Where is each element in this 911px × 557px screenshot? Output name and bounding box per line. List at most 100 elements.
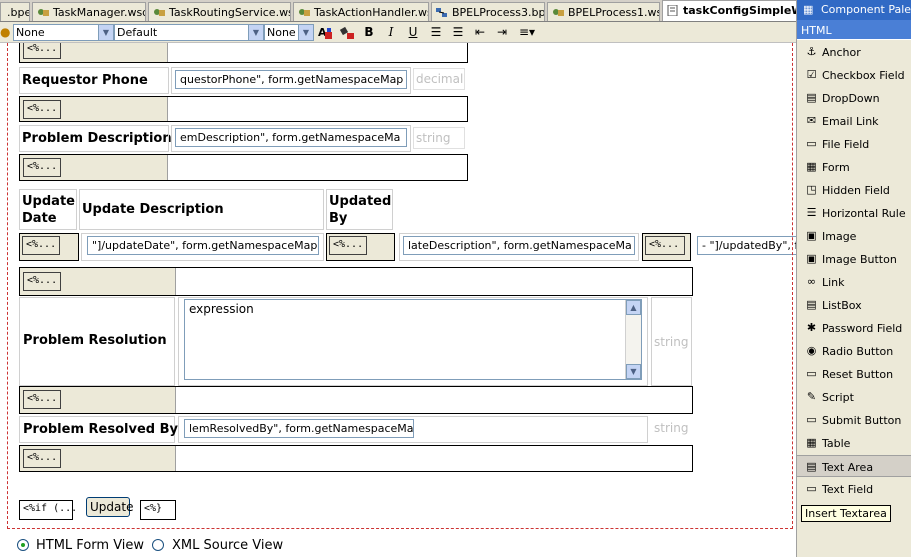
highlight-color-icon[interactable] [339,25,355,40]
tab-bpelprocess3-bpel[interactable]: BPELProcess3.bpel [431,2,545,21]
palette-item-label: Text Field [822,483,874,496]
jsp-scriptlet-tag[interactable]: <%... [22,236,60,255]
update-date-header: Update Date [22,194,75,226]
jsp-scriptlet-tag[interactable]: <%... [23,272,61,291]
jsp-scriptlet-tag[interactable]: <%... [329,236,367,255]
indent-icon[interactable]: ⇥ [494,25,510,40]
tab-bpel[interactable]: .bpel [0,2,30,21]
jsp-scriptlet-tag[interactable]: <%... [23,449,61,468]
palette-item-anchor[interactable]: ⚓ Anchor [797,41,911,63]
italic-button[interactable]: I [383,25,399,40]
bulleted-list-icon[interactable]: ☰ [450,25,466,40]
tab-taskactionhandler-wsdl[interactable]: TaskActionHandler.wsdl [293,2,429,21]
palette-item-horizontal-rule[interactable]: ☰ Horizontal Rule [797,202,911,224]
palette-title-bar: ▦ Component Palette [797,0,911,20]
updated-by-field[interactable]: - "]/updatedBy", fo [697,236,796,255]
palette-item-label: Checkbox Field [822,69,905,82]
close-brace-scriptlet-tag[interactable]: <%} [140,500,176,520]
palette-category-header[interactable]: HTML [797,20,911,40]
if-scriptlet-tag[interactable]: <%if (... [19,500,77,520]
tag-label: <%... [27,275,58,286]
palette-item-submit-button[interactable]: ▭ Submit Button [797,409,911,431]
form-icon: ▦ [806,160,817,173]
tag-label: <%... [649,239,680,250]
problem-resolution-type: string [654,335,689,349]
jsp-scriptlet-tag[interactable]: <%... [23,390,61,409]
palette-item-listbox[interactable]: ▤ ListBox [797,294,911,316]
palette-item-table[interactable]: ▦ Table [797,432,911,454]
textarea-scrollbar[interactable]: ▲ ▼ [625,300,641,379]
bpel-file-icon [436,8,447,17]
problem-resolution-textarea[interactable]: expression ▲ ▼ [184,299,642,380]
table-cell [19,67,169,94]
problem-resolved-by-field[interactable]: lemResolvedBy", form.getNamespaceMa [184,419,414,438]
palette-item-password-field[interactable]: ✱ Password Field [797,317,911,339]
problem-description-field[interactable]: emDescription", form.getNamespaceMa [175,128,407,147]
palette-item-text-field[interactable]: ▭ Text Field [797,478,911,500]
link-icon: ∞ [806,275,817,288]
palette-item-radio-button[interactable]: ◉ Radio Button [797,340,911,362]
tab-taskconfigsimplewo[interactable]: taskConfigSimpleWo [662,0,796,21]
text-field-icon: ▭ [806,482,817,495]
palette-icon: ▦ [803,3,814,16]
palette-item-checkbox-field[interactable]: ☑ Checkbox Field [797,64,911,86]
xml-source-view-radio[interactable] [152,539,164,551]
underline-button[interactable]: U [405,25,421,40]
update-date-field[interactable]: "]/updateDate", form.getNamespaceMap [87,236,319,255]
text-color-icon[interactable]: A [317,25,333,40]
listbox-icon: ▤ [806,298,817,311]
tag-label: <%} [144,503,163,514]
palette-item-hidden-field[interactable]: ◳ Hidden Field [797,179,911,201]
palette-item-label: Submit Button [822,414,902,427]
jsp-scriptlet-tag[interactable]: <%... [23,158,61,177]
html-form-view-radio[interactable] [17,539,29,551]
html-form-view-label[interactable]: HTML Form View [36,538,144,553]
tag-label: <%... [27,393,58,404]
palette-item-link[interactable]: ∞ Link [797,271,911,293]
palette-item-file-field[interactable]: ▭ File Field [797,133,911,155]
outdent-icon[interactable]: ⇤ [472,25,488,40]
table-row: <%... [19,43,468,63]
image-icon: ▣ [806,229,817,242]
font-select[interactable]: Default ▼ [114,24,264,41]
component-palette: ▦ Component Palette HTML ⚓ Anchor ☑ Checkbo… [796,0,911,557]
file-icon: ▭ [806,137,817,150]
jsp-scriptlet-tag[interactable]: <%... [23,100,61,119]
tab-label: TaskRoutingService.wsdl [169,6,291,19]
palette-item-image-button[interactable]: ▣ Image Button [797,248,911,270]
jsp-scriptlet-tag[interactable]: <%... [23,43,61,59]
palette-item-label: Image [822,230,857,243]
password-icon: ✱ [806,321,817,334]
palette-item-form[interactable]: ▦ Form [797,156,911,178]
palette-item-image[interactable]: ▣ Image [797,225,911,247]
tab-label: TaskActionHandler.wsdl [314,6,428,19]
tab-taskmanager-wsdl[interactable]: TaskManager.wsdl [32,2,146,21]
tab-bpelprocess1-wsdl[interactable]: BPELProcess1.wsdl [547,2,660,21]
tag-label: <%... [26,239,57,250]
palette-item-dropdown[interactable]: ▤ DropDown [797,87,911,109]
size-select[interactable]: None ▼ [264,24,314,41]
html-form-design-canvas: <%... Requestor Phone questorPhone", for… [0,43,796,531]
xml-source-view-label[interactable]: XML Source View [172,538,283,553]
problem-description-type: string [413,127,465,149]
scroll-down-icon[interactable]: ▼ [626,364,641,379]
scroll-up-icon[interactable]: ▲ [626,300,641,315]
requestor-phone-field[interactable]: questorPhone", form.getNamespaceMap [175,70,407,89]
numbered-list-icon[interactable]: ☰ [428,25,444,40]
style-select[interactable]: None ▼ [13,24,114,41]
align-dropdown-icon[interactable]: ≡▾ [516,25,538,40]
palette-item-label: Link [822,276,845,289]
html-file-icon [667,5,678,16]
palette-item-text-area[interactable]: ▤ Text Area [797,455,911,477]
update-button[interactable]: Update [86,497,133,517]
palette-item-email-link[interactable]: ✉ Email Link [797,110,911,132]
tab-label: TaskManager.wsdl [53,6,146,19]
problem-resolution-value: expression [189,302,254,316]
bold-button[interactable]: B [361,25,377,40]
tab-taskroutingservice-wsdl[interactable]: TaskRoutingService.wsdl [148,2,291,21]
update-description-field[interactable]: lateDescription", form.getNamespaceMa [403,236,635,255]
jsp-scriptlet-tag[interactable]: <%... [645,236,685,255]
palette-item-reset-button[interactable]: ▭ Reset Button [797,363,911,385]
palette-item-script[interactable]: ✎ Script [797,386,911,408]
palette-item-label: Anchor [822,46,861,59]
